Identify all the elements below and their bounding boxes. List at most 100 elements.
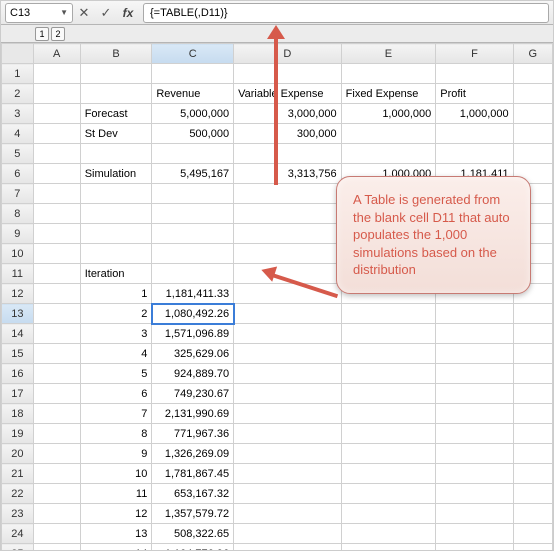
row-header-9[interactable]: 9 [2, 224, 34, 244]
cell-C21[interactable]: 1,781,867.45 [152, 464, 234, 484]
cell-A18[interactable] [33, 404, 80, 424]
cell-G3[interactable] [513, 104, 552, 124]
cell-D8[interactable] [234, 204, 342, 224]
cell-D15[interactable] [234, 344, 342, 364]
cell-B8[interactable] [80, 204, 152, 224]
cell-B23[interactable]: 12 [80, 504, 152, 524]
cell-G22[interactable] [513, 484, 552, 504]
cell-F23[interactable] [436, 504, 513, 524]
cell-G17[interactable] [513, 384, 552, 404]
cell-G19[interactable] [513, 424, 552, 444]
cell-C20[interactable]: 1,326,269.09 [152, 444, 234, 464]
cell-F4[interactable] [436, 124, 513, 144]
cell-G20[interactable] [513, 444, 552, 464]
cell-B7[interactable] [80, 184, 152, 204]
cell-A10[interactable] [33, 244, 80, 264]
row-header-24[interactable]: 24 [2, 524, 34, 544]
cell-B12[interactable]: 1 [80, 284, 152, 304]
cell-F22[interactable] [436, 484, 513, 504]
cell-E19[interactable] [341, 424, 436, 444]
cell-E16[interactable] [341, 364, 436, 384]
cell-C17[interactable]: 749,230.67 [152, 384, 234, 404]
cell-D22[interactable] [234, 484, 342, 504]
cell-B22[interactable]: 11 [80, 484, 152, 504]
cell-B5[interactable] [80, 144, 152, 164]
cell-D13[interactable] [234, 304, 342, 324]
outline-level-1[interactable]: 1 [35, 27, 49, 41]
col-header-B[interactable]: B [80, 44, 152, 64]
cell-E20[interactable] [341, 444, 436, 464]
cell-C11[interactable] [152, 264, 234, 284]
cell-B19[interactable]: 8 [80, 424, 152, 444]
cell-A16[interactable] [33, 364, 80, 384]
cell-D2[interactable]: Variable Expense [234, 84, 342, 104]
cell-G16[interactable] [513, 364, 552, 384]
cell-D14[interactable] [234, 324, 342, 344]
cell-F15[interactable] [436, 344, 513, 364]
cell-B20[interactable]: 9 [80, 444, 152, 464]
cell-D20[interactable] [234, 444, 342, 464]
col-header-D[interactable]: D [234, 44, 342, 64]
cell-E3[interactable]: 1,000,000 [341, 104, 436, 124]
row-header-15[interactable]: 15 [2, 344, 34, 364]
cell-A19[interactable] [33, 424, 80, 444]
col-header-F[interactable]: F [436, 44, 513, 64]
cell-A14[interactable] [33, 324, 80, 344]
cell-C15[interactable]: 325,629.06 [152, 344, 234, 364]
cell-D23[interactable] [234, 504, 342, 524]
cell-B24[interactable]: 13 [80, 524, 152, 544]
confirm-icon[interactable]: ✓ [95, 3, 117, 23]
cell-B3[interactable]: Forecast [80, 104, 152, 124]
cell-A13[interactable] [33, 304, 80, 324]
outline-level-2[interactable]: 2 [51, 27, 65, 41]
col-header-C[interactable]: C [152, 44, 234, 64]
cell-C25[interactable]: 1,104,776.96 [152, 544, 234, 551]
cell-A12[interactable] [33, 284, 80, 304]
cell-A15[interactable] [33, 344, 80, 364]
cell-E22[interactable] [341, 484, 436, 504]
cell-E4[interactable] [341, 124, 436, 144]
cell-E25[interactable] [341, 544, 436, 551]
cell-B9[interactable] [80, 224, 152, 244]
cell-C13[interactable]: 1,080,492.26 [152, 304, 234, 324]
cell-C19[interactable]: 771,967.36 [152, 424, 234, 444]
cell-C7[interactable] [152, 184, 234, 204]
cell-A24[interactable] [33, 524, 80, 544]
row-header-11[interactable]: 11 [2, 264, 34, 284]
cell-F19[interactable] [436, 424, 513, 444]
cell-C23[interactable]: 1,357,579.72 [152, 504, 234, 524]
cell-E23[interactable] [341, 504, 436, 524]
cell-E18[interactable] [341, 404, 436, 424]
row-header-10[interactable]: 10 [2, 244, 34, 264]
cell-D3[interactable]: 3,000,000 [234, 104, 342, 124]
cell-B16[interactable]: 5 [80, 364, 152, 384]
cell-D1[interactable] [234, 64, 342, 84]
cell-D21[interactable] [234, 464, 342, 484]
cell-A4[interactable] [33, 124, 80, 144]
cell-D6[interactable]: 3,313,756 [234, 164, 342, 184]
cell-G4[interactable] [513, 124, 552, 144]
cell-B4[interactable]: St Dev [80, 124, 152, 144]
cell-G25[interactable] [513, 544, 552, 551]
cell-A22[interactable] [33, 484, 80, 504]
cell-C10[interactable] [152, 244, 234, 264]
cell-D19[interactable] [234, 424, 342, 444]
row-header-23[interactable]: 23 [2, 504, 34, 524]
formula-input[interactable]: {=TABLE(,D11)} [143, 3, 549, 23]
fx-icon[interactable]: fx [117, 3, 139, 23]
cell-E17[interactable] [341, 384, 436, 404]
cell-B25[interactable]: 14 [80, 544, 152, 551]
cell-A20[interactable] [33, 444, 80, 464]
cell-F16[interactable] [436, 364, 513, 384]
cell-F24[interactable] [436, 524, 513, 544]
cell-G15[interactable] [513, 344, 552, 364]
select-all-corner[interactable] [2, 44, 34, 64]
cell-A11[interactable] [33, 264, 80, 284]
cell-G1[interactable] [513, 64, 552, 84]
cell-A7[interactable] [33, 184, 80, 204]
chevron-down-icon[interactable]: ▼ [60, 8, 68, 17]
row-header-20[interactable]: 20 [2, 444, 34, 464]
row-header-7[interactable]: 7 [2, 184, 34, 204]
cell-D17[interactable] [234, 384, 342, 404]
cell-D25[interactable] [234, 544, 342, 551]
